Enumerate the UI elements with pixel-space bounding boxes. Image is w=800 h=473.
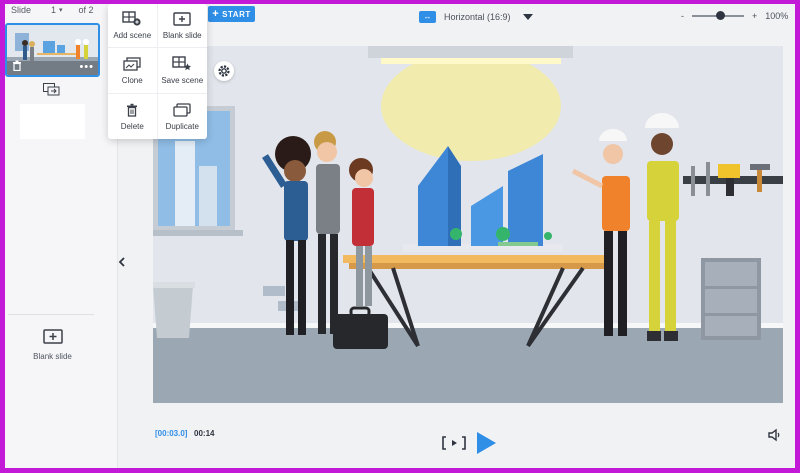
orientation-label: Horizontal (16:9) <box>444 12 511 22</box>
app-window: Slide 1 ▾ of 2 ••• Blank slide + START ↔… <box>5 4 795 468</box>
slide-total: of 2 <box>78 5 94 15</box>
plus-icon: + <box>212 8 220 20</box>
delete-label: Delete <box>120 121 144 131</box>
add-scene-icon <box>122 11 141 26</box>
sidebar-divider <box>8 314 94 315</box>
blank-slide-menu-item[interactable]: Blank slide <box>157 4 207 48</box>
clone-menu-item[interactable]: Clone <box>108 48 158 94</box>
trash-icon[interactable] <box>11 60 23 72</box>
preview-scene-button[interactable] <box>442 436 466 452</box>
slide-label: Slide <box>11 5 32 15</box>
delete-menu-item[interactable]: Delete <box>108 94 158 139</box>
slide-thumbnail-2[interactable] <box>20 104 85 139</box>
slide-thumbnail-1[interactable]: ••• <box>5 23 100 77</box>
add-scene-label: Add scene <box>113 31 152 40</box>
scene-settings-button[interactable] <box>214 61 234 81</box>
start-label: START <box>222 9 251 19</box>
blank-slide-icon <box>173 11 191 26</box>
duplicate-icon <box>173 102 191 117</box>
add-blank-slide-button[interactable]: Blank slide <box>20 329 85 369</box>
save-scene-menu-item[interactable]: Save scene <box>157 48 207 94</box>
collapse-sidebar-icon[interactable] <box>118 256 127 270</box>
save-scene-label: Save scene <box>161 76 204 85</box>
caret-down-icon <box>522 14 533 20</box>
total-time: 00:14 <box>194 429 215 438</box>
blank-slide-label: Blank slide <box>33 352 72 361</box>
play-button[interactable] <box>475 431 497 455</box>
scene-actions-menu: Add scene Blank slide Clone Save scene D… <box>108 4 207 139</box>
slide-number-select[interactable]: 1 ▾ <box>51 5 63 15</box>
clone-label: Clone <box>121 75 143 85</box>
duplicate-menu-item[interactable]: Duplicate <box>158 94 208 139</box>
zoom-in-button[interactable]: + <box>752 11 757 21</box>
gear-icon <box>218 65 230 77</box>
zoom-out-button[interactable]: - <box>681 11 684 21</box>
trash-icon <box>127 103 138 117</box>
start-button[interactable]: + START <box>208 6 255 22</box>
clone-icon <box>123 56 141 71</box>
zoom-slider-handle[interactable] <box>716 11 726 20</box>
save-scene-icon <box>172 56 192 71</box>
slide-transition-icon[interactable] <box>43 83 60 96</box>
add-scene-menu-item[interactable]: Add scene <box>108 4 158 48</box>
duplicate-label: Duplicate <box>165 121 199 131</box>
slide-current: 1 <box>51 5 57 15</box>
speaker-icon <box>768 428 780 442</box>
orientation-select[interactable]: ↔ Horizontal (16:9) <box>419 9 533 25</box>
current-time: [00:03.0] <box>155 429 188 438</box>
slide-counter: Slide 1 ▾ of 2 <box>11 4 94 16</box>
zoom-control: - + 100% <box>681 11 788 21</box>
zoom-value: 100% <box>765 11 789 21</box>
scene-illustration <box>153 46 783 403</box>
preview-icon <box>442 436 466 450</box>
volume-button[interactable] <box>767 428 781 442</box>
blank-slide-menu-label: Blank slide <box>162 30 202 40</box>
add-slide-icon <box>42 329 63 344</box>
more-options-icon[interactable]: ••• <box>79 61 94 73</box>
zoom-slider[interactable] <box>692 11 744 20</box>
slides-sidebar: Slide 1 ▾ of 2 ••• Blank slide <box>5 4 118 468</box>
horizontal-orientation-icon: ↔ <box>419 11 436 23</box>
scene-canvas[interactable] <box>153 46 783 403</box>
play-icon <box>477 432 496 454</box>
chevron-down-icon: ▾ <box>59 7 63 14</box>
